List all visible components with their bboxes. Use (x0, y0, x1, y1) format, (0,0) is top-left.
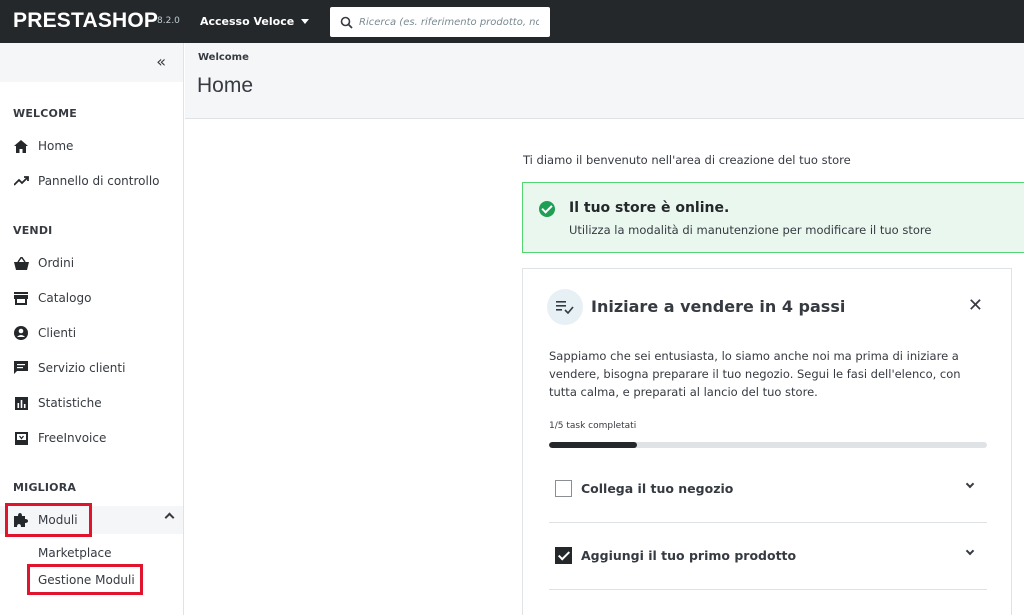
sidebar-item-label: Clienti (38, 326, 77, 340)
sidebar-subitem-marketplace[interactable]: Marketplace (38, 546, 112, 560)
alert-text: Utilizza la modalità di manutenzione per… (569, 223, 932, 237)
sidebar-item-orders[interactable]: Ordini (0, 249, 183, 277)
task-label: Collega il tuo negozio (581, 481, 734, 496)
task-checkbox[interactable] (555, 480, 572, 497)
breadcrumb[interactable]: Welcome (198, 52, 249, 63)
sidebar-item-catalog[interactable]: Catalogo (0, 284, 183, 312)
card-title: Iniziare a vendere in 4 passi (591, 297, 846, 316)
search-icon (340, 16, 353, 29)
chevron-up-icon (164, 512, 175, 523)
account-circle-icon (13, 325, 29, 341)
alert-title: Il tuo store è online. (569, 200, 730, 216)
sidebar-item-label: Pannello di controllo (38, 174, 160, 188)
task-add-product[interactable]: Aggiungi il tuo primo prodotto (549, 524, 987, 590)
chevron-down-icon[interactable] (965, 479, 975, 489)
quick-access-label: Accesso Veloce (200, 15, 295, 28)
sidebar-item-label: Statistiche (38, 396, 102, 410)
progress-bar (549, 442, 987, 448)
page-title: Home (197, 74, 254, 97)
highlight-modules-box (5, 503, 92, 537)
home-icon (13, 138, 29, 154)
sidebar-item-label: Servizio clienti (38, 361, 126, 375)
sidebar-item-customer-service[interactable]: Servizio clienti (0, 354, 183, 382)
version-label: 8.2.0 (157, 16, 180, 26)
task-checkbox[interactable] (555, 547, 572, 564)
highlight-module-manager-box (27, 564, 143, 595)
section-vendi: VENDI (13, 224, 53, 237)
inbox-download-icon (13, 430, 29, 446)
store-icon (13, 290, 29, 306)
page-header: Welcome Home (185, 43, 1024, 119)
progress-bar-fill (549, 442, 637, 448)
quick-access-dropdown[interactable]: Accesso Veloce (200, 15, 310, 28)
sidebar-collapse-bar: « (0, 43, 183, 82)
welcome-message: Ti diamo il benvenuto nell'area di creaz… (523, 153, 851, 167)
sidebar-item-home[interactable]: Home (0, 132, 183, 160)
store-online-alert: Il tuo store è online. Utilizza la modal… (522, 182, 1024, 253)
sidebar-item-customers[interactable]: Clienti (0, 319, 183, 347)
sidebar-item-stats[interactable]: Statistiche (0, 389, 183, 417)
section-migliora: MIGLIORA (13, 481, 77, 494)
progress-label: 1/5 task completati (549, 421, 637, 431)
chevron-down-icon[interactable] (965, 546, 975, 556)
search-input[interactable] (359, 16, 539, 28)
trending-up-icon (13, 173, 29, 189)
sidebar-item-freeinvoice[interactable]: FreeInvoice (0, 424, 183, 452)
close-icon[interactable]: ✕ (968, 295, 983, 316)
card-description: Sappiamo che sei entusiasta, lo siamo an… (549, 349, 961, 399)
search-box[interactable] (330, 7, 550, 37)
sidebar-item-label: Home (38, 139, 74, 153)
section-welcome: WELCOME (13, 107, 77, 120)
sidebar-item-label: Ordini (38, 256, 75, 270)
chat-icon (13, 360, 29, 376)
basket-icon (13, 255, 29, 271)
checklist-icon (547, 289, 583, 325)
sidebar-item-label: FreeInvoice (38, 431, 107, 445)
task-connect-store[interactable]: Collega il tuo negozio (549, 457, 987, 523)
check-circle-icon (539, 201, 555, 217)
sidebar-item-label: Catalogo (38, 291, 92, 305)
top-bar: PRESTASHOP 8.2.0 Accesso Veloce (0, 0, 1024, 43)
sidebar-item-dashboard[interactable]: Pannello di controllo (0, 167, 183, 195)
onboarding-card: Iniziare a vendere in 4 passi ✕ Sappiamo… (522, 268, 1012, 615)
collapse-sidebar-icon[interactable]: « (156, 52, 166, 71)
prestashop-logo[interactable]: PRESTASHOP (13, 9, 158, 33)
task-label: Aggiungi il tuo primo prodotto (581, 548, 797, 563)
caret-down-icon (301, 19, 310, 24)
bar-chart-icon (13, 395, 29, 411)
